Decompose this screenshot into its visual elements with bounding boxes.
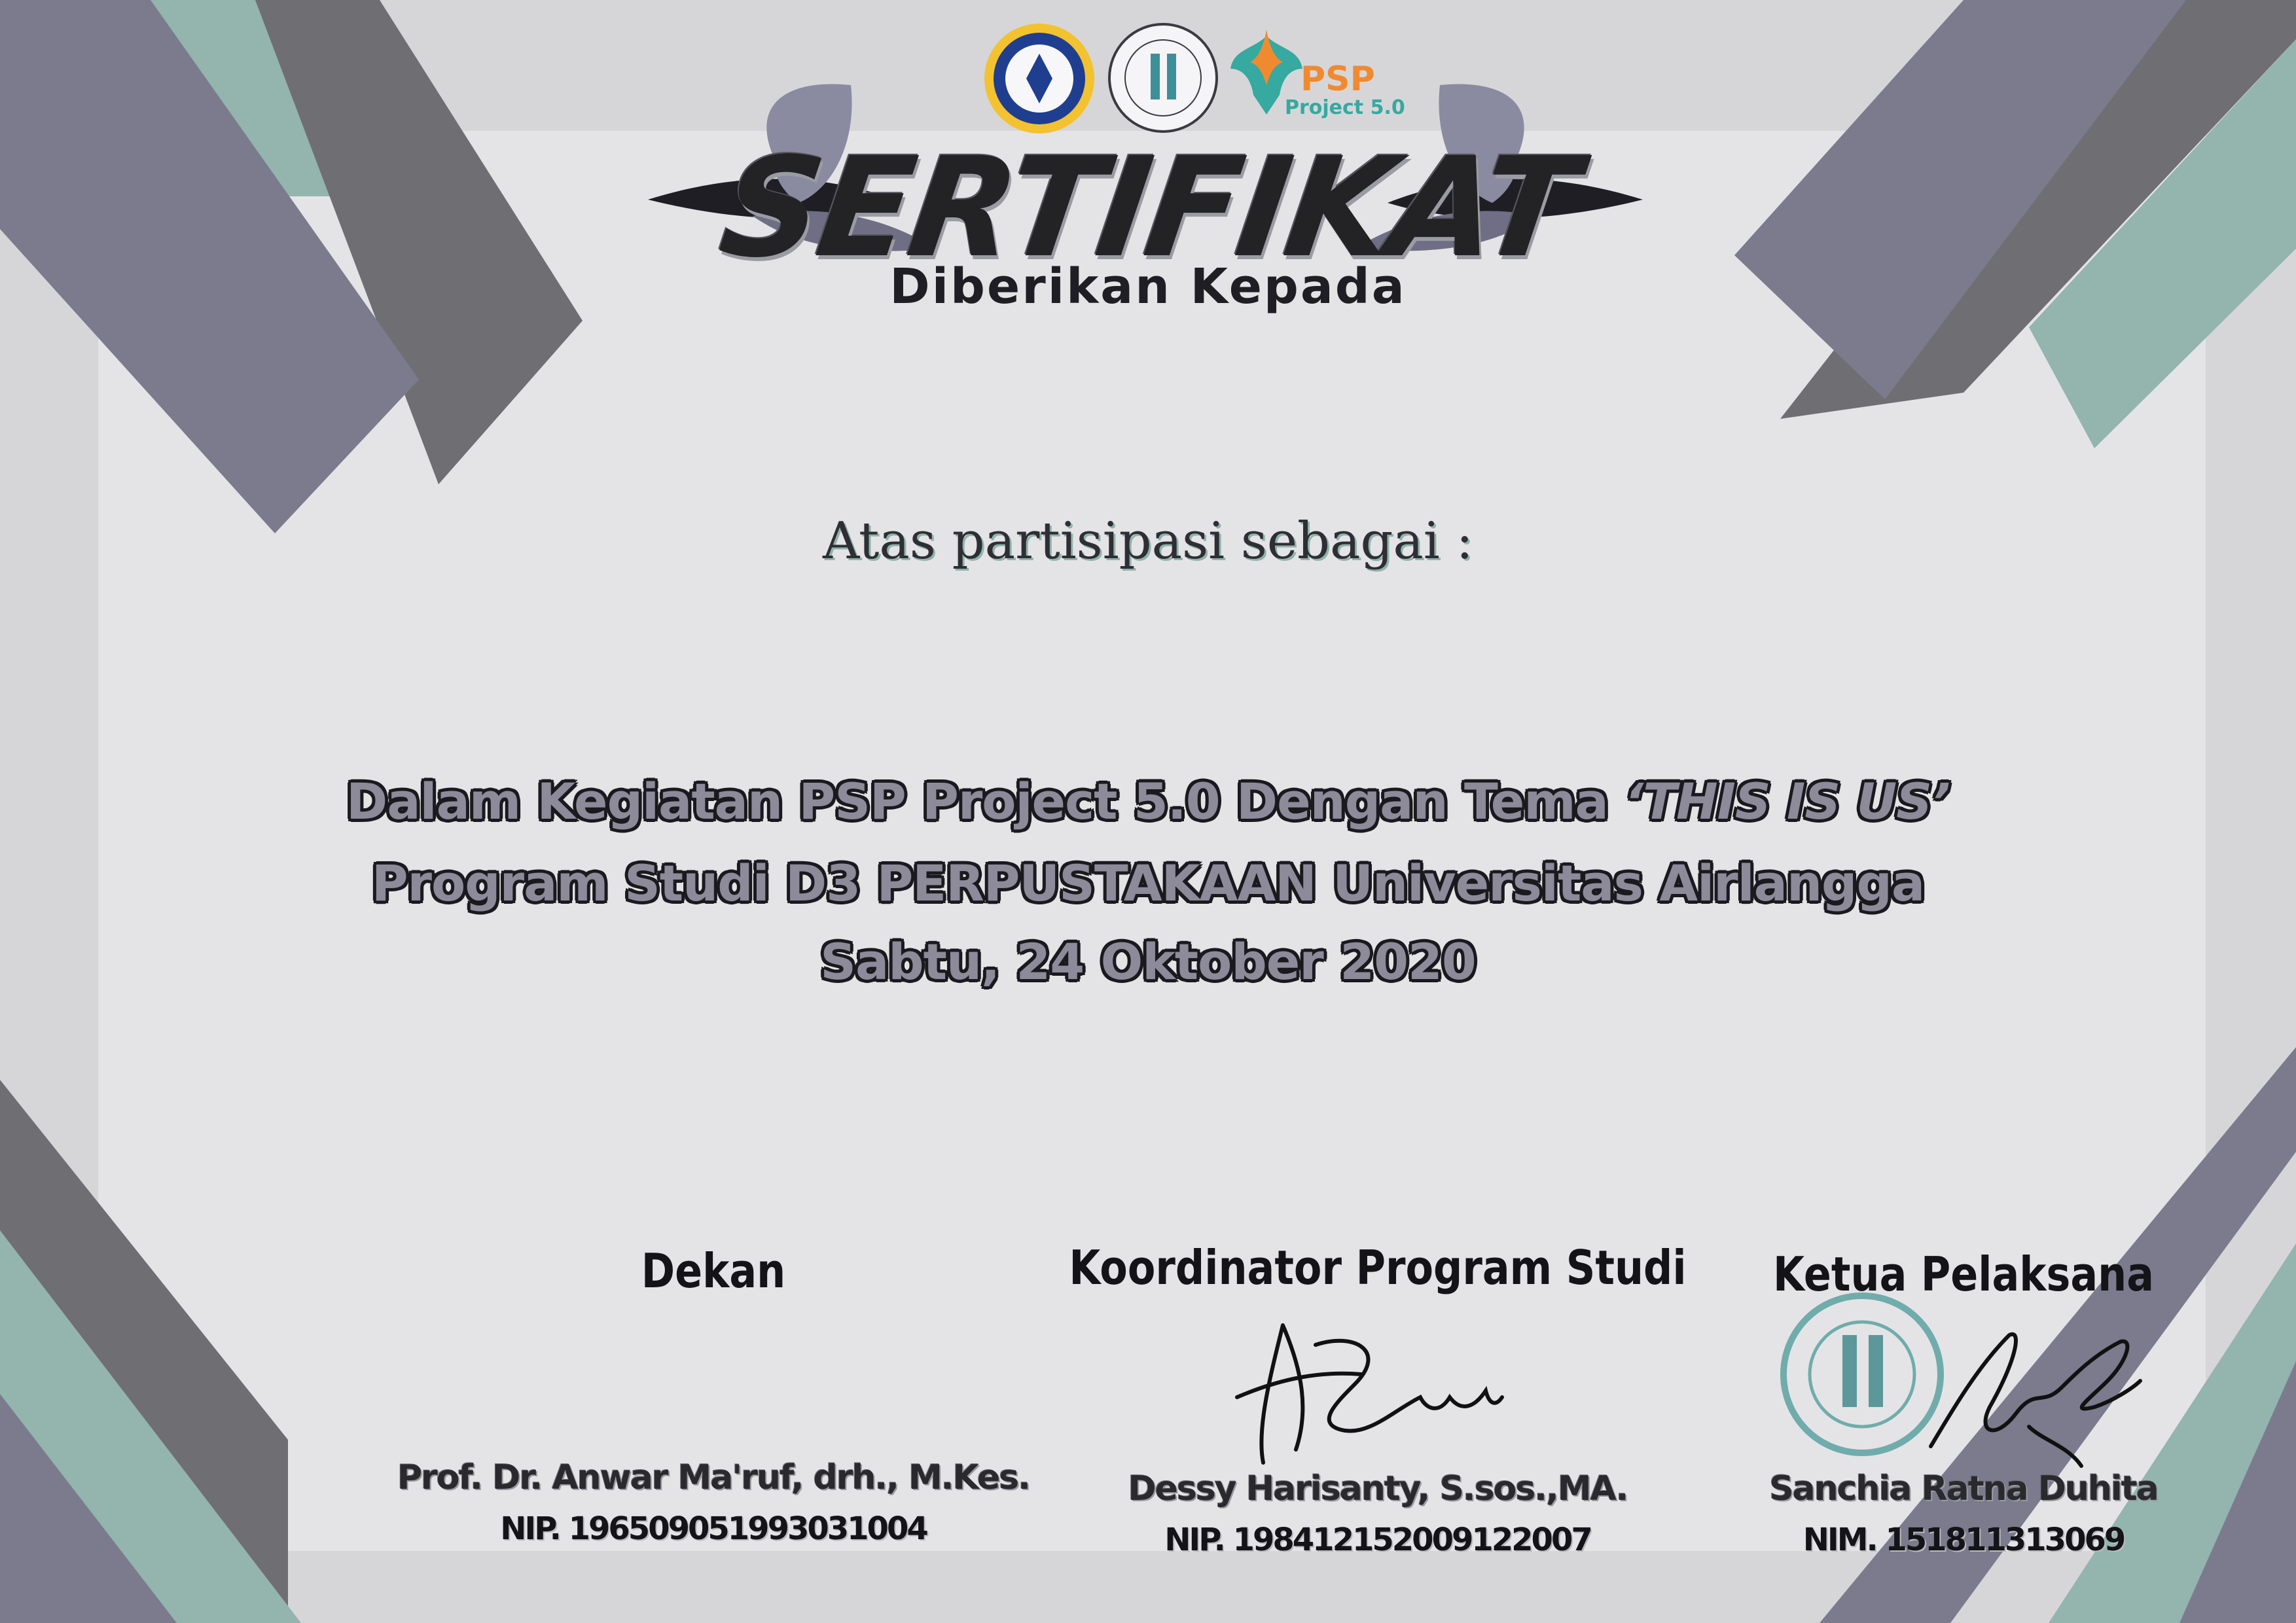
- signatory-role-coordinator: Koordinator Program Studi: [1069, 1240, 1687, 1295]
- signatory-role-dean: Dekan: [641, 1243, 786, 1298]
- signatory-name-coordinator: Dessy Harisanty, S.sos.,MA.: [1128, 1469, 1628, 1508]
- event-line-1-prefix: Dalam Kegiatan PSP Project 5.0 Dengan Te…: [346, 772, 1609, 830]
- university-seal-icon: [984, 24, 1094, 134]
- event-theme: ‘THIS IS US’: [1624, 772, 1950, 830]
- psp-project-logo: PSP Project 5.0: [1227, 23, 1405, 131]
- study-program-logo-icon: [1108, 23, 1218, 133]
- certificate-subtitle: Diberikan Kepada: [889, 259, 1407, 315]
- participation-text: Atas partisipasi sebagai :: [823, 512, 1473, 571]
- signature-organizer-icon: [1929, 1332, 2142, 1468]
- psp-logo-text: PSP: [1300, 60, 1375, 99]
- signatory-id-organizer: NIM. 151811313069: [1803, 1522, 2126, 1558]
- signatory-id-coordinator: NIP. 198412152009122007: [1164, 1522, 1593, 1558]
- event-line-3: Sabtu, 24 Oktober 2020: [820, 933, 1477, 991]
- signatory-role-organizer: Ketua Pelaksana: [1772, 1247, 2154, 1302]
- psp-logo-subtext: Project 5.0: [1285, 96, 1405, 119]
- event-line-2: Program Studi D3 PERPUSTAKAAN Universita…: [371, 854, 1925, 912]
- event-line-1: Dalam Kegiatan PSP Project 5.0 Dengan Te…: [0, 772, 2296, 830]
- signature-coordinator-icon: [1235, 1323, 1504, 1465]
- signatory-name-organizer: Sanchia Ratna Duhita: [1769, 1469, 2159, 1508]
